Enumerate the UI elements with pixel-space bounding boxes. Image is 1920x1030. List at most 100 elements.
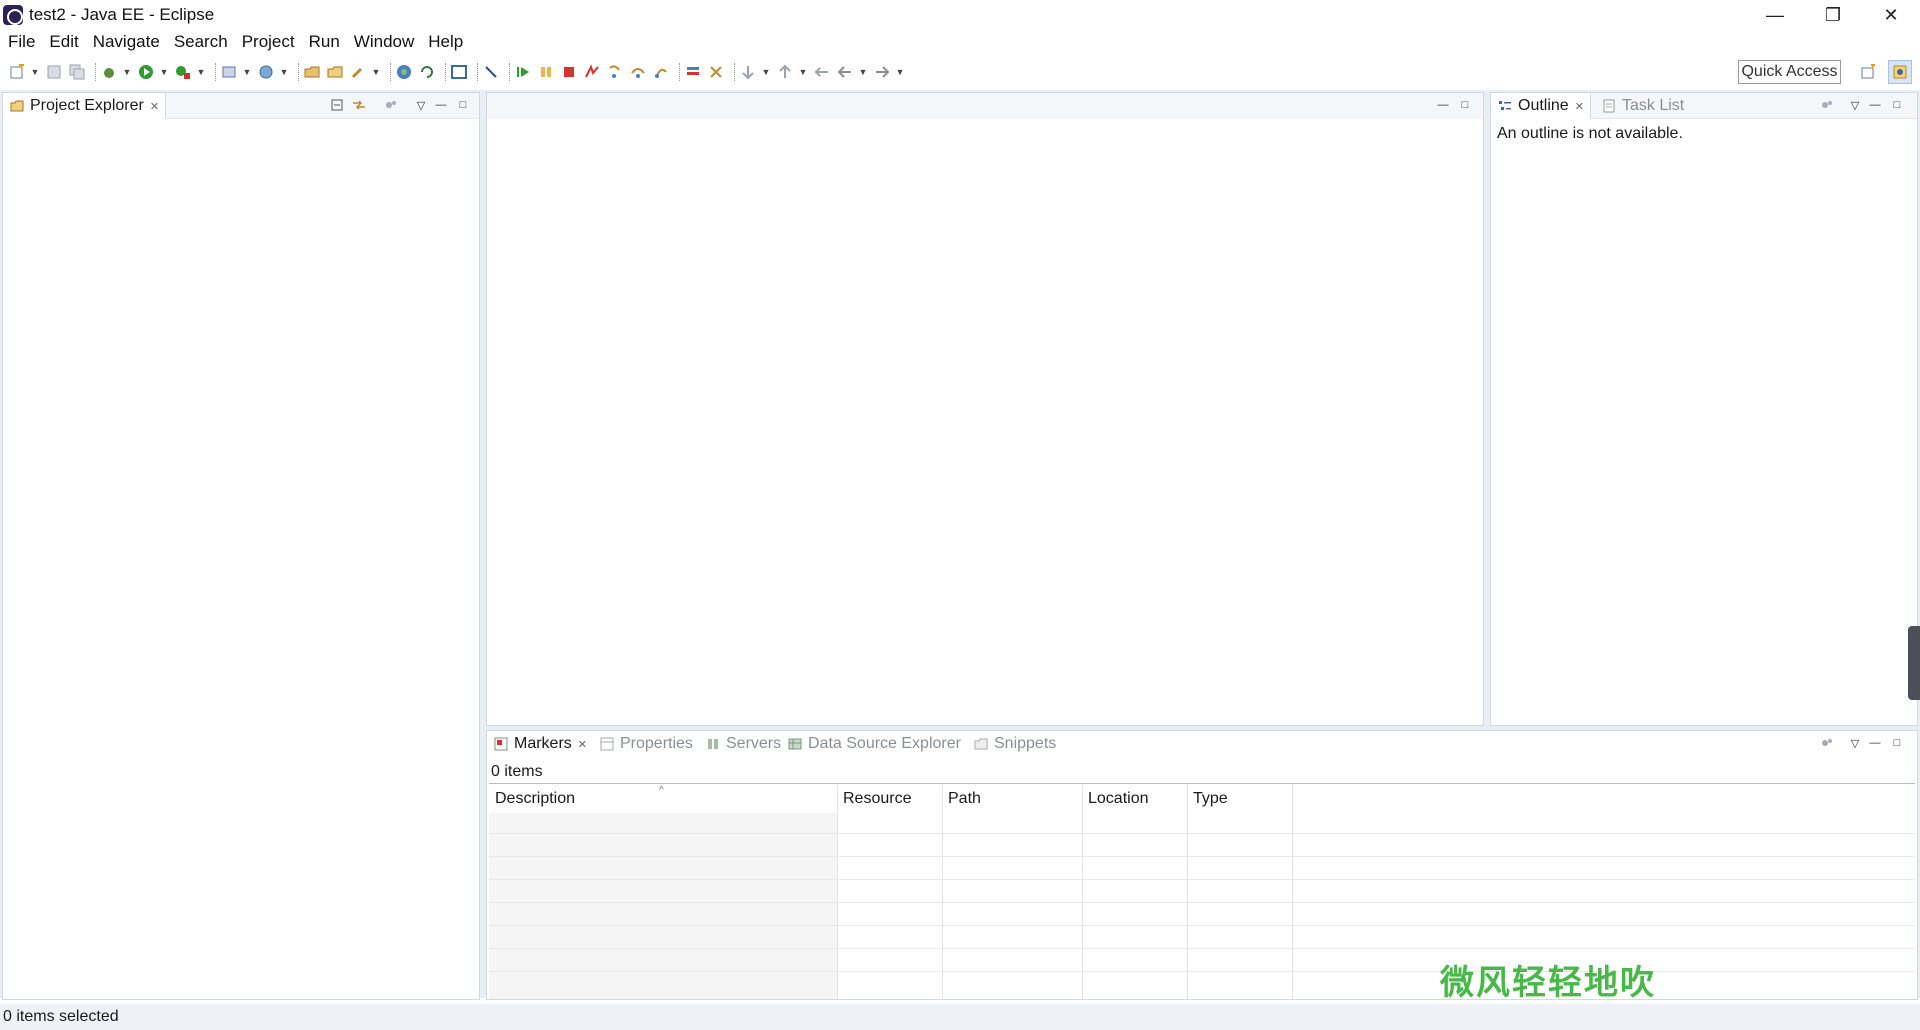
refresh-icon[interactable] [418,63,436,81]
tab-snippets[interactable]: Snippets [967,731,1062,757]
menu-bar: File Edit Navigate Search Project Run Wi… [0,30,1920,54]
disconnect-icon[interactable] [583,63,601,81]
open-type-icon[interactable] [303,63,321,81]
focus-icon[interactable] [383,97,399,113]
title-bar: test2 - Java EE - Eclipse — ❐ ✕ [0,0,1920,30]
tab-servers[interactable]: Servers [699,731,787,757]
forward-icon[interactable] [873,63,891,81]
snippets-icon [973,736,989,752]
coverage-icon[interactable] [174,63,192,81]
view-menu-icon[interactable]: ▽ [1847,735,1863,751]
toolbar-separator [734,63,735,81]
link-with-editor-icon[interactable] [351,97,367,113]
close-tab-icon[interactable]: ✕ [1575,100,1584,113]
save-all-icon[interactable] [68,63,86,81]
debug-icon[interactable] [100,63,118,81]
suspend-icon[interactable] [537,63,555,81]
next-annotation-dropdown-icon[interactable]: ▼ [762,63,771,81]
maximize-view-icon[interactable]: □ [455,97,471,113]
minimize-view-icon[interactable]: — [1867,735,1883,751]
tab-properties[interactable]: Properties [593,731,699,757]
focus-icon[interactable] [1819,97,1835,113]
table-row [489,856,1915,857]
resume-icon[interactable] [514,63,532,81]
table-row [489,833,1915,834]
project-explorer-panel: Project Explorer ✕ ▽ — □ [2,92,480,1000]
browser-icon[interactable] [395,63,413,81]
new-dropdown-icon[interactable]: ▼ [31,63,40,81]
focus-icon[interactable] [1819,735,1835,751]
table-row [489,902,1915,903]
tab-label: Snippets [994,735,1057,752]
menu-project[interactable]: Project [236,32,301,52]
coverage-dropdown-icon[interactable]: ▼ [197,63,206,81]
search-tool-icon[interactable] [349,63,367,81]
debug-dropdown-icon[interactable]: ▼ [123,63,132,81]
restore-button[interactable]: ❐ [1804,0,1862,30]
servers-icon [705,736,721,752]
menu-help[interactable]: Help [422,32,469,52]
minimize-editor-icon[interactable]: — [1435,97,1451,113]
menu-search[interactable]: Search [168,32,234,52]
tab-task-list[interactable]: Task List [1595,93,1690,119]
tab-project-explorer[interactable]: Project Explorer ✕ [3,93,167,119]
menu-edit[interactable]: Edit [43,32,84,52]
column-path[interactable]: Path [942,785,1082,813]
save-icon[interactable] [45,63,63,81]
step-into-icon[interactable] [606,63,624,81]
minimize-view-icon[interactable]: — [433,97,449,113]
tab-outline[interactable]: Outline ✕ [1491,93,1591,119]
run-dropdown-icon[interactable]: ▼ [160,63,169,81]
next-annotation-icon[interactable] [739,63,757,81]
web-dropdown-icon[interactable]: ▼ [280,63,289,81]
open-resource-icon[interactable] [326,63,344,81]
open-perspective-icon[interactable] [1856,60,1880,84]
skip-breakpoints-icon[interactable] [482,63,500,81]
terminate-icon[interactable] [560,63,578,81]
tab-data-source-explorer[interactable]: Data Source Explorer [781,731,967,757]
outline-icon [1497,98,1513,114]
column-resource[interactable]: Resource [837,785,942,813]
menu-run[interactable]: Run [303,32,346,52]
search-dropdown-icon[interactable]: ▼ [372,63,381,81]
close-tab-icon[interactable]: ✕ [578,738,587,751]
toolbar-separator [445,63,446,81]
view-menu-icon[interactable]: ▽ [1847,97,1863,113]
tab-label: Data Source Explorer [808,735,961,752]
use-step-filters-icon[interactable] [684,63,702,81]
menu-window[interactable]: Window [348,32,420,52]
column-type[interactable]: Type [1187,785,1292,813]
last-edit-icon[interactable] [813,63,831,81]
menu-navigate[interactable]: Navigate [87,32,166,52]
new-web-icon[interactable] [257,63,275,81]
java-ee-perspective-icon[interactable] [1888,60,1912,84]
step-return-icon[interactable] [652,63,670,81]
column-location[interactable]: Location [1082,785,1187,813]
drop-to-frame-icon[interactable] [707,63,725,81]
prev-annotation-icon[interactable] [776,63,794,81]
tab-markers[interactable]: Markers ✕ [487,731,593,757]
terminal-icon[interactable] [450,63,468,81]
status-text: 0 items selected [3,1008,119,1025]
step-over-icon[interactable] [629,63,647,81]
back-icon[interactable] [836,63,854,81]
minimize-view-icon[interactable]: — [1867,97,1883,113]
close-tab-icon[interactable]: ✕ [150,100,159,113]
collapse-all-icon[interactable] [329,97,345,113]
quick-access-field[interactable]: Quick Access [1738,60,1841,84]
close-button[interactable]: ✕ [1862,0,1920,30]
new-icon[interactable] [8,63,26,81]
prev-annotation-dropdown-icon[interactable]: ▼ [799,63,808,81]
forward-dropdown-icon[interactable]: ▼ [896,63,905,81]
view-menu-icon[interactable]: ▽ [413,97,429,113]
new-server-icon[interactable] [220,63,238,81]
menu-file[interactable]: File [2,32,41,52]
maximize-editor-icon[interactable]: □ [1457,97,1473,113]
minimize-button[interactable]: — [1746,0,1804,30]
maximize-view-icon[interactable]: □ [1889,735,1905,751]
back-dropdown-icon[interactable]: ▼ [859,63,868,81]
run-icon[interactable] [137,63,155,81]
maximize-view-icon[interactable]: □ [1889,97,1905,113]
server-dropdown-icon[interactable]: ▼ [243,63,252,81]
side-handle[interactable] [1908,626,1920,700]
